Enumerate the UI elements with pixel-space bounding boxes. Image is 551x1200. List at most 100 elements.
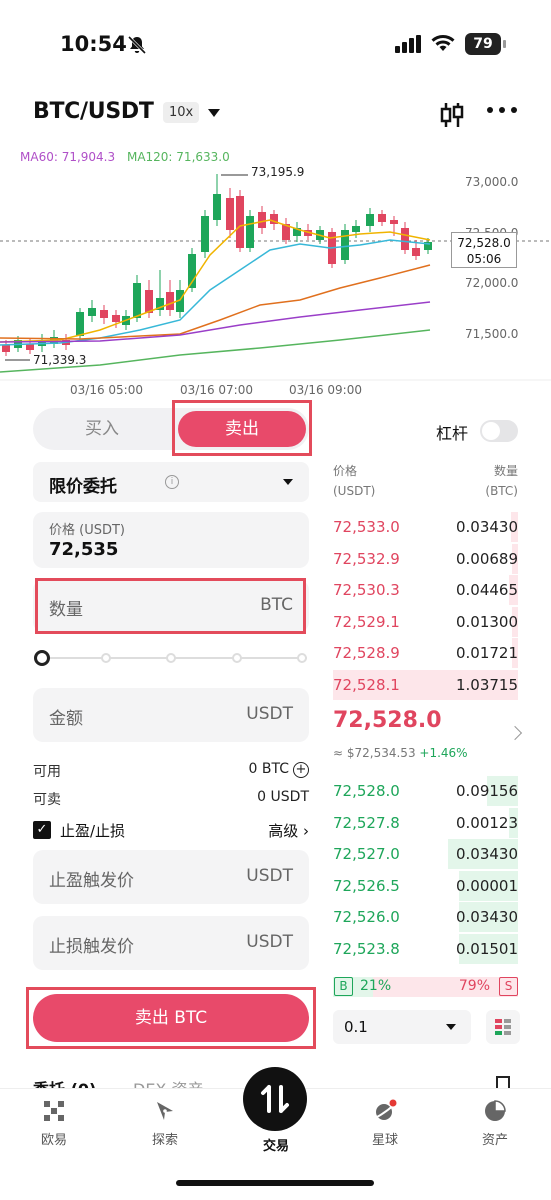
ma-line (0, 264, 431, 340)
candle-body (112, 315, 120, 322)
ob-qty: 0.03430 (455, 908, 518, 926)
ob-qty: 0.04465 (455, 581, 518, 599)
ask-row[interactable]: 72,528.1 1.03715 (333, 669, 518, 700)
ob-qty-header-wrap: 数量 (BTC) (485, 461, 518, 501)
ob-qty-header: 数量 (493, 464, 518, 478)
wifi-icon (431, 35, 455, 51)
bid-row[interactable]: 72,528.0 0.09156 (333, 776, 518, 806)
candlestick-icon[interactable] (438, 101, 466, 129)
leverage-badge[interactable]: 10x (163, 102, 200, 123)
bell-muted-icon (127, 35, 147, 55)
chevron-right-icon[interactable] (507, 725, 523, 741)
candle-body (352, 226, 360, 232)
plus-circle-icon[interactable]: + (293, 762, 309, 778)
compass-icon (157, 1102, 173, 1120)
battery-tip (503, 40, 506, 48)
candle-body (2, 345, 10, 352)
orderbook-view-button[interactable] (486, 1010, 520, 1044)
pair-title[interactable]: BTC/USDT (33, 99, 154, 124)
info-icon[interactable]: i (165, 475, 179, 489)
ask-row[interactable]: 72,528.9 0.01721 (333, 638, 518, 668)
tab-buy[interactable]: 买入 (33, 408, 171, 450)
nav-label: 资产 (481, 1133, 508, 1148)
orderbook-header: 价格 (USDT) 数量 (BTC) (333, 461, 518, 501)
stop-loss-input[interactable]: 止损触发价 USDT (33, 916, 309, 970)
available-label: 可用 (33, 764, 61, 780)
candle-body (226, 198, 234, 230)
price-input[interactable]: 价格 (USDT) 72,535 (33, 512, 309, 568)
ma60-label: MA60: 71,904.3 (20, 150, 116, 164)
slider-stop[interactable] (166, 653, 176, 663)
tpsl-row: ✓ 止盈/止损 高级 › (33, 820, 309, 840)
nav-item-planet[interactable]: 星球 (350, 1099, 420, 1148)
x-tick: 03/16 07:00 (180, 383, 253, 397)
bid-row[interactable]: 72,527.8 0.00123 (333, 807, 518, 838)
nav-item-explore[interactable]: 探索 (130, 1099, 200, 1148)
bid-row[interactable]: 72,527.0 0.03430 (333, 839, 518, 869)
candle-body (26, 344, 34, 350)
tpsl-label[interactable]: 止盈/止损 (60, 820, 125, 841)
take-profit-input[interactable]: 止盈触发价 USDT (33, 850, 309, 904)
price-value[interactable]: 72,535 (49, 539, 118, 560)
chevron-down-icon[interactable] (208, 109, 220, 117)
stop-loss-unit: USDT (246, 932, 293, 952)
ob-qty: 0.00001 (455, 876, 518, 895)
candle-body (213, 194, 221, 220)
x-tick: 03/16 09:00 (289, 383, 362, 397)
bid-row[interactable]: 72,523.8 0.01501 (333, 933, 518, 964)
ob-price: 72,528.1 (333, 675, 400, 694)
quantity-slider[interactable] (33, 648, 309, 668)
ob-price: 72,528.0 (333, 782, 400, 800)
nav-item-okx[interactable]: 欧易 (19, 1099, 89, 1148)
highlight-box (172, 400, 312, 456)
tpsl-checkbox[interactable]: ✓ (33, 821, 51, 839)
candle-countdown: 05:06 (466, 252, 502, 266)
depth-select[interactable]: 0.1 (333, 1010, 471, 1044)
last-price: 72,528.0 (333, 708, 442, 733)
ask-row[interactable]: 72,533.0 0.03430 (333, 512, 518, 542)
slider-knob[interactable] (34, 650, 50, 666)
bid-row[interactable]: 72,526.5 0.00001 (333, 870, 518, 901)
slider-stop[interactable] (297, 653, 307, 663)
ob-price: 72,533.0 (333, 518, 400, 536)
sellable-value: 0 USDT (257, 789, 309, 805)
available-value-wrap: 0 BTC + (249, 761, 309, 778)
nav-item-assets[interactable]: 资产 (460, 1099, 530, 1148)
candle-body (166, 292, 174, 310)
order-type-select[interactable]: 限价委托 i (33, 462, 309, 502)
ob-qty: 0.01721 (455, 644, 518, 662)
ma-legend: MA60: 71,904.3 MA120: 71,633.0 (20, 150, 230, 164)
last-price-usd: ≈ $72,534.53 (333, 746, 416, 760)
planet-icon (374, 1099, 397, 1120)
candle-body (246, 216, 254, 248)
ask-row[interactable]: 72,532.9 0.00689 (333, 543, 518, 574)
candle-body (341, 230, 349, 260)
ask-row[interactable]: 72,529.1 0.01300 (333, 606, 518, 637)
ask-row[interactable]: 72,530.3 0.04465 (333, 575, 518, 605)
more-icon[interactable] (486, 105, 518, 115)
signal-icon (395, 35, 421, 53)
amount-input[interactable]: 金额 USDT (33, 688, 309, 742)
ob-price: 72,528.9 (333, 644, 400, 662)
ob-qty: 0.09156 (455, 782, 518, 800)
ob-price: 72,529.1 (333, 612, 400, 631)
sell-badge: S (499, 977, 518, 996)
nav-item-trade[interactable] (243, 1067, 307, 1131)
ob-price: 72,523.8 (333, 939, 400, 958)
available-value: 0 BTC (248, 761, 289, 777)
nav-label: 探索 (151, 1133, 178, 1148)
candle-body (88, 308, 96, 316)
kline-chart[interactable]: MA60: 71,904.3 MA120: 71,633.0 73,000.0 … (0, 140, 551, 405)
ob-qty: 0.03430 (455, 845, 518, 863)
candle-body (201, 216, 209, 252)
high-price-label: 73,195.9 (251, 165, 305, 179)
y-tick: 73,000.0 (465, 175, 519, 189)
slider-stop[interactable] (232, 653, 242, 663)
slider-stop[interactable] (101, 653, 111, 663)
status-bar: 10:54 79 (0, 0, 551, 90)
ob-price: 72,530.3 (333, 581, 400, 599)
advanced-link[interactable]: 高级 › (268, 820, 309, 841)
leverage-toggle[interactable] (480, 420, 518, 442)
bid-row[interactable]: 72,526.0 0.03430 (333, 902, 518, 932)
highlight-box (35, 578, 306, 634)
